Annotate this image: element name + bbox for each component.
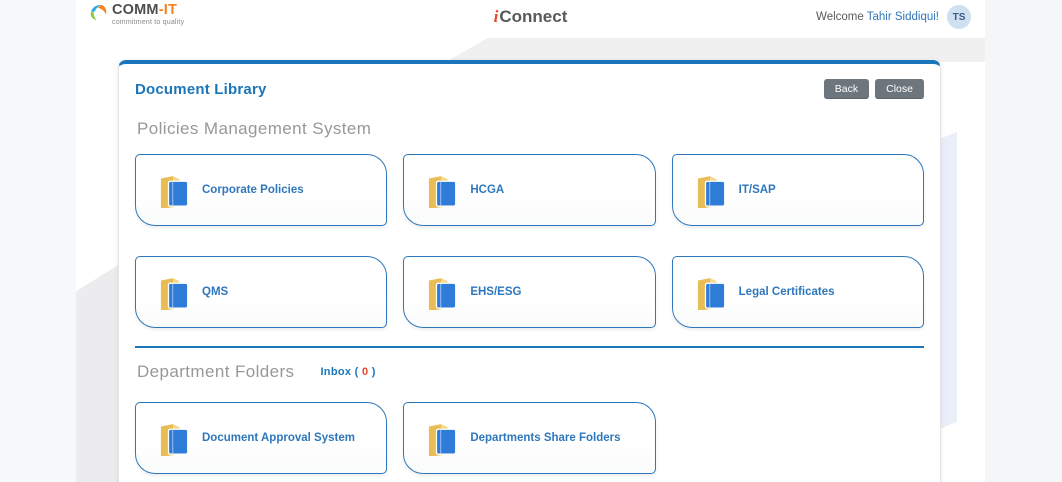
- folder-card-ehs-esg[interactable]: EHS/ESG: [403, 256, 655, 328]
- folder-card-document-approval-system[interactable]: Document Approval System: [135, 402, 387, 474]
- page-title: Document Library: [135, 81, 267, 98]
- folder-card-label: Document Approval System: [202, 432, 355, 444]
- brand-logo-text: COMM-IT commitment to quality: [112, 3, 184, 26]
- folder-card-label: EHS/ESG: [470, 286, 521, 298]
- folder-card-label: Departments Share Folders: [470, 432, 620, 444]
- folder-icon: [424, 274, 460, 310]
- folder-card-qms[interactable]: QMS: [135, 256, 387, 328]
- welcome-message: Welcome Tahir Siddiqui!: [816, 11, 939, 23]
- app-title: iConnect: [494, 7, 568, 27]
- folder-icon: [156, 274, 192, 310]
- panel-header: Document Library Back Close: [135, 79, 924, 99]
- document-library-panel: Document Library Back Close Policies Man…: [118, 60, 941, 482]
- department-folders-header-row: Department Folders Inbox ( 0 ): [137, 362, 924, 382]
- folder-card-hcga[interactable]: HCGA: [403, 154, 655, 226]
- folder-card-label: QMS: [202, 286, 228, 298]
- brand-logo[interactable]: COMM-IT commitment to quality: [88, 3, 184, 26]
- department-cards-grid: Document Approval System Departments Sha…: [135, 402, 924, 474]
- folder-icon: [156, 172, 192, 208]
- panel-buttons: Back Close: [824, 79, 924, 99]
- inbox-link[interactable]: Inbox ( 0 ): [320, 366, 375, 378]
- brand-tagline: commitment to quality: [112, 19, 184, 26]
- app-title-i: i: [494, 7, 499, 26]
- brand-logo-icon: [88, 3, 109, 24]
- right-margin-column: [985, 0, 1062, 482]
- folder-icon: [424, 420, 460, 456]
- left-margin-column: [0, 0, 76, 482]
- folder-icon: [693, 274, 729, 310]
- folder-icon: [156, 420, 192, 456]
- close-button[interactable]: Close: [875, 79, 924, 99]
- background-diagonal-band: [446, 36, 985, 62]
- folder-card-label: Corporate Policies: [202, 184, 304, 196]
- app-title-text: Connect: [499, 7, 567, 26]
- page: COMM-IT commitment to quality iConnect W…: [0, 0, 1062, 482]
- folder-card-label: IT/SAP: [739, 184, 776, 196]
- folder-card-label: Legal Certificates: [739, 286, 835, 298]
- folder-card-departments-share-folders[interactable]: Departments Share Folders: [403, 402, 655, 474]
- folder-card-it-sap[interactable]: IT/SAP: [672, 154, 924, 226]
- user-area: Welcome Tahir Siddiqui! TS: [816, 5, 971, 29]
- user-name: Tahir Siddiqui!: [867, 11, 939, 23]
- section-title-policies: Policies Management System: [137, 119, 924, 139]
- avatar[interactable]: TS: [947, 5, 971, 29]
- policies-cards-grid: Corporate Policies HCGA IT/SAP QMS EHS/E…: [135, 154, 924, 328]
- folder-icon: [693, 172, 729, 208]
- folder-card-label: HCGA: [470, 184, 504, 196]
- folder-icon: [424, 172, 460, 208]
- top-bar: COMM-IT commitment to quality iConnect W…: [76, 0, 985, 38]
- section-title-departments: Department Folders: [137, 362, 294, 382]
- section-divider: [135, 346, 924, 348]
- brand-name: COMM-IT: [112, 3, 184, 18]
- app-viewport: COMM-IT commitment to quality iConnect W…: [76, 0, 985, 482]
- folder-card-legal-certificates[interactable]: Legal Certificates: [672, 256, 924, 328]
- folder-card-corporate-policies[interactable]: Corporate Policies: [135, 154, 387, 226]
- back-button[interactable]: Back: [824, 79, 869, 99]
